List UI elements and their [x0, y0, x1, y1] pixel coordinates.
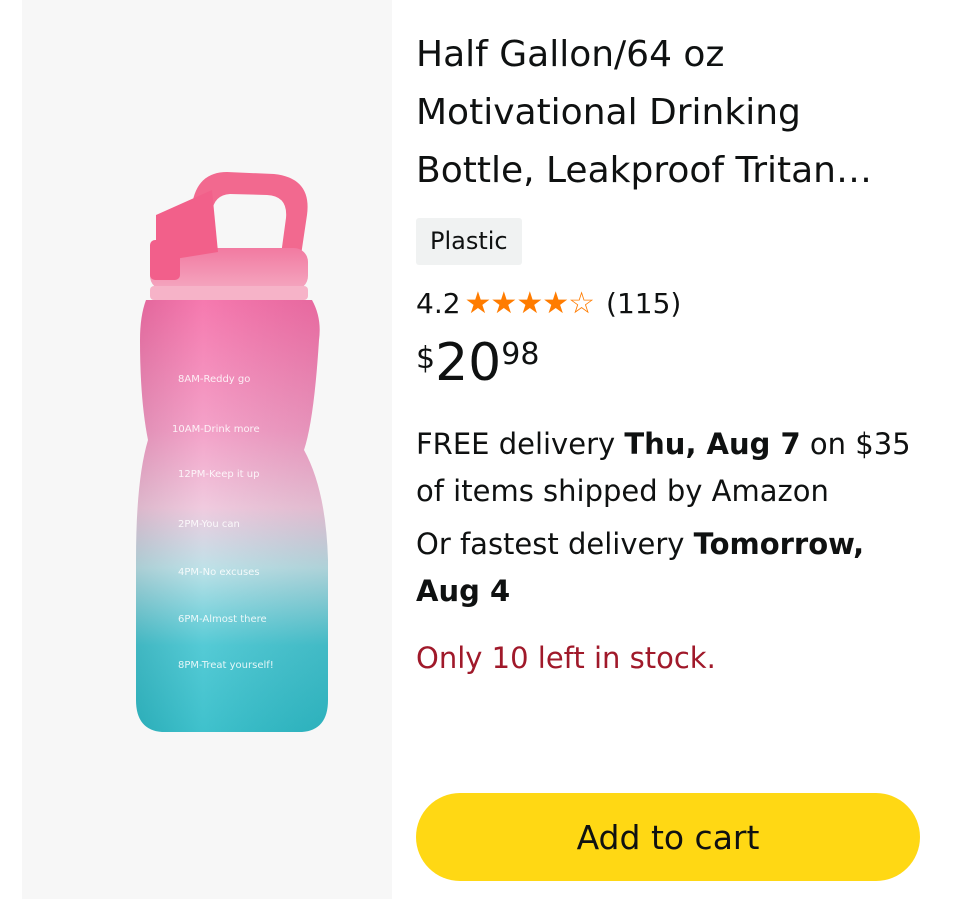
- product-info: Half Gallon/64 oz Motivational Drinking …: [416, 26, 936, 675]
- material-badge: Plastic: [416, 218, 522, 265]
- water-bottle-image: 8AM-Reddy go 10AM-Drink more 12PM-Keep i…: [136, 172, 328, 732]
- marker-12pm: 12PM-Keep it up: [178, 469, 259, 480]
- fastest-delivery-prefix: Or fastest delivery: [416, 527, 694, 561]
- marker-8am: 8AM-Reddy go: [178, 374, 250, 385]
- star-rating-icon: ★★★★☆: [464, 285, 595, 321]
- delivery-prefix: FREE delivery: [416, 427, 625, 461]
- fastest-delivery-info: Or fastest delivery Tomorrow, Aug 4: [416, 521, 916, 615]
- delivery-date: Thu, Aug 7: [624, 427, 801, 461]
- marker-6pm: 6PM-Almost there: [178, 614, 267, 625]
- price-fraction: 98: [501, 337, 540, 372]
- review-count[interactable]: (115): [606, 287, 681, 320]
- marker-2pm: 2PM-You can: [178, 519, 240, 530]
- rating-row[interactable]: 4.2 ★★★★☆ (115): [416, 283, 936, 323]
- delivery-info: FREE delivery Thu, Aug 7 on $35 of items…: [416, 421, 916, 515]
- product-image-panel[interactable]: 8AM-Reddy go 10AM-Drink more 12PM-Keep i…: [22, 0, 392, 899]
- price: $ 20 98: [416, 331, 936, 399]
- marker-10am: 10AM-Drink more: [172, 424, 260, 435]
- stock-status: Only 10 left in stock.: [416, 641, 716, 675]
- price-whole: 20: [435, 333, 502, 393]
- add-to-cart-button[interactable]: Add to cart: [416, 793, 920, 881]
- rating-value: 4.2: [416, 286, 461, 320]
- product-title[interactable]: Half Gallon/64 oz Motivational Drinking …: [416, 26, 926, 200]
- price-currency-symbol: $: [416, 341, 436, 376]
- marker-4pm: 4PM-No excuses: [178, 567, 260, 578]
- marker-8pm: 8PM-Treat yourself!: [178, 660, 274, 671]
